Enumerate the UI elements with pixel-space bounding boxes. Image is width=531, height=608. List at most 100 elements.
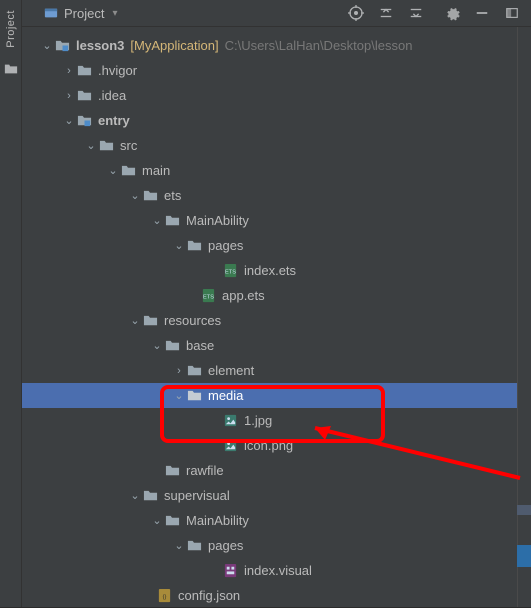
tree-label: 1.jpg: [244, 413, 272, 428]
tree-label: pages: [208, 538, 243, 553]
tree-label: MainAbility: [186, 513, 249, 528]
chevron-down-icon[interactable]: ⌄: [40, 39, 54, 52]
tree-label: index.visual: [244, 563, 312, 578]
tree-item-rawfile[interactable]: · rawfile: [22, 458, 531, 483]
tree-item-media[interactable]: ⌄ media: [22, 383, 531, 408]
chevron-down-icon[interactable]: ⌄: [128, 489, 142, 502]
hide-icon[interactable]: [503, 4, 521, 22]
tree-label: media: [208, 388, 243, 403]
project-icon: [44, 6, 58, 20]
tree-label: element: [208, 363, 254, 378]
tree-item-main[interactable]: ⌄ main: [22, 158, 531, 183]
module-icon: [54, 38, 70, 53]
chevron-down-icon[interactable]: ⌄: [172, 539, 186, 552]
chevron-right-icon[interactable]: ›: [62, 90, 76, 102]
tree-item-mainability2[interactable]: ⌄ MainAbility: [22, 508, 531, 533]
folder-icon: [142, 313, 158, 328]
folder-icon: [120, 163, 136, 178]
folder-icon: [76, 63, 92, 78]
root-project: [MyApplication]: [130, 38, 218, 53]
project-tool-label: Project: [5, 10, 17, 48]
chevron-down-icon[interactable]: ⌄: [128, 314, 142, 327]
folder-icon: [98, 138, 114, 153]
image-file-icon: [222, 438, 238, 453]
scroll-marker: [517, 545, 531, 567]
collapse-all-icon[interactable]: [407, 4, 425, 22]
minimize-icon[interactable]: [473, 4, 491, 22]
project-view-title: Project: [64, 6, 104, 21]
tree-label: resources: [164, 313, 221, 328]
tree-label: base: [186, 338, 214, 353]
chevron-down-icon[interactable]: ⌄: [172, 239, 186, 252]
chevron-down-icon[interactable]: ⌄: [172, 389, 186, 402]
tree-item-ets[interactable]: ⌄ ets: [22, 183, 531, 208]
svg-text:ETS: ETS: [203, 294, 214, 300]
chevron-down-icon[interactable]: ⌄: [62, 114, 76, 127]
svg-text:ETS: ETS: [225, 269, 236, 275]
tree-item-element[interactable]: › element: [22, 358, 531, 383]
tree-label: ets: [164, 188, 181, 203]
tree-item-hvigor[interactable]: › .hvigor: [22, 58, 531, 83]
tree-label: icon.png: [244, 438, 293, 453]
folder-icon: [186, 538, 202, 553]
chevron-down-icon[interactable]: ⌄: [150, 214, 164, 227]
tree-item-supervisual[interactable]: ⌄ supervisual: [22, 483, 531, 508]
tree-item-pages[interactable]: ⌄ pages: [22, 233, 531, 258]
folder-icon[interactable]: [4, 62, 18, 79]
tree-label: config.json: [178, 588, 240, 603]
image-file-icon: [222, 413, 238, 428]
project-tool-gutter[interactable]: Project: [0, 0, 22, 607]
tree-item-idea[interactable]: › .idea: [22, 83, 531, 108]
folder-icon: [142, 488, 158, 503]
tree-label: pages: [208, 238, 243, 253]
expand-all-icon[interactable]: [377, 4, 395, 22]
chevron-down-icon: ▾: [112, 8, 117, 19]
chevron-down-icon[interactable]: ⌄: [84, 139, 98, 152]
folder-icon: [164, 463, 180, 478]
project-view-selector[interactable]: Project ▾: [44, 6, 118, 21]
scroll-marker: [517, 505, 531, 515]
tree-label: main: [142, 163, 170, 178]
chevron-down-icon[interactable]: ⌄: [106, 164, 120, 177]
tree-label: index.ets: [244, 263, 296, 278]
tree-root[interactable]: ⌄ lesson3 [MyApplication] C:\Users\LalHa…: [22, 33, 531, 58]
tree-label: .idea: [98, 88, 126, 103]
root-path: C:\Users\LalHan\Desktop\lesson: [225, 38, 413, 53]
chevron-right-icon[interactable]: ›: [62, 65, 76, 77]
folder-icon: [142, 188, 158, 203]
module-icon: [76, 113, 92, 128]
tree-label: rawfile: [186, 463, 224, 478]
folder-icon: [186, 363, 202, 378]
target-icon[interactable]: [347, 4, 365, 22]
tree-item-configjson[interactable]: · {} config.json: [22, 583, 531, 608]
tree-item-src[interactable]: ⌄ src: [22, 133, 531, 158]
visual-file-icon: [222, 563, 238, 578]
chevron-down-icon[interactable]: ⌄: [150, 339, 164, 352]
tree-item-base[interactable]: ⌄ base: [22, 333, 531, 358]
tree-item-pages2[interactable]: ⌄ pages: [22, 533, 531, 558]
project-tree[interactable]: ⌄ lesson3 [MyApplication] C:\Users\LalHa…: [22, 27, 531, 608]
folder-icon: [186, 388, 202, 403]
folder-icon: [164, 338, 180, 353]
tree-label: supervisual: [164, 488, 230, 503]
tree-item-appets[interactable]: · ETS app.ets: [22, 283, 531, 308]
svg-text:{}: {}: [162, 594, 166, 600]
tree-item-indexets[interactable]: · ETS index.ets: [22, 258, 531, 283]
project-toolbar: Project ▾: [22, 0, 531, 27]
folder-icon: [164, 513, 180, 528]
tree-item-indexvisual[interactable]: · index.visual: [22, 558, 531, 583]
tree-item-resources[interactable]: ⌄ resources: [22, 308, 531, 333]
tree-item-mainability[interactable]: ⌄ MainAbility: [22, 208, 531, 233]
gear-icon[interactable]: [443, 4, 461, 22]
tree-item-1jpg[interactable]: · 1.jpg: [22, 408, 531, 433]
tree-item-entry[interactable]: ⌄ entry: [22, 108, 531, 133]
chevron-down-icon[interactable]: ⌄: [150, 514, 164, 527]
tree-label: app.ets: [222, 288, 265, 303]
ets-file-icon: ETS: [200, 288, 216, 303]
tree-item-iconpng[interactable]: · icon.png: [22, 433, 531, 458]
chevron-right-icon[interactable]: ›: [172, 365, 186, 377]
chevron-down-icon[interactable]: ⌄: [128, 189, 142, 202]
tree-label: MainAbility: [186, 213, 249, 228]
tree-label: src: [120, 138, 137, 153]
tree-label: entry: [98, 113, 130, 128]
